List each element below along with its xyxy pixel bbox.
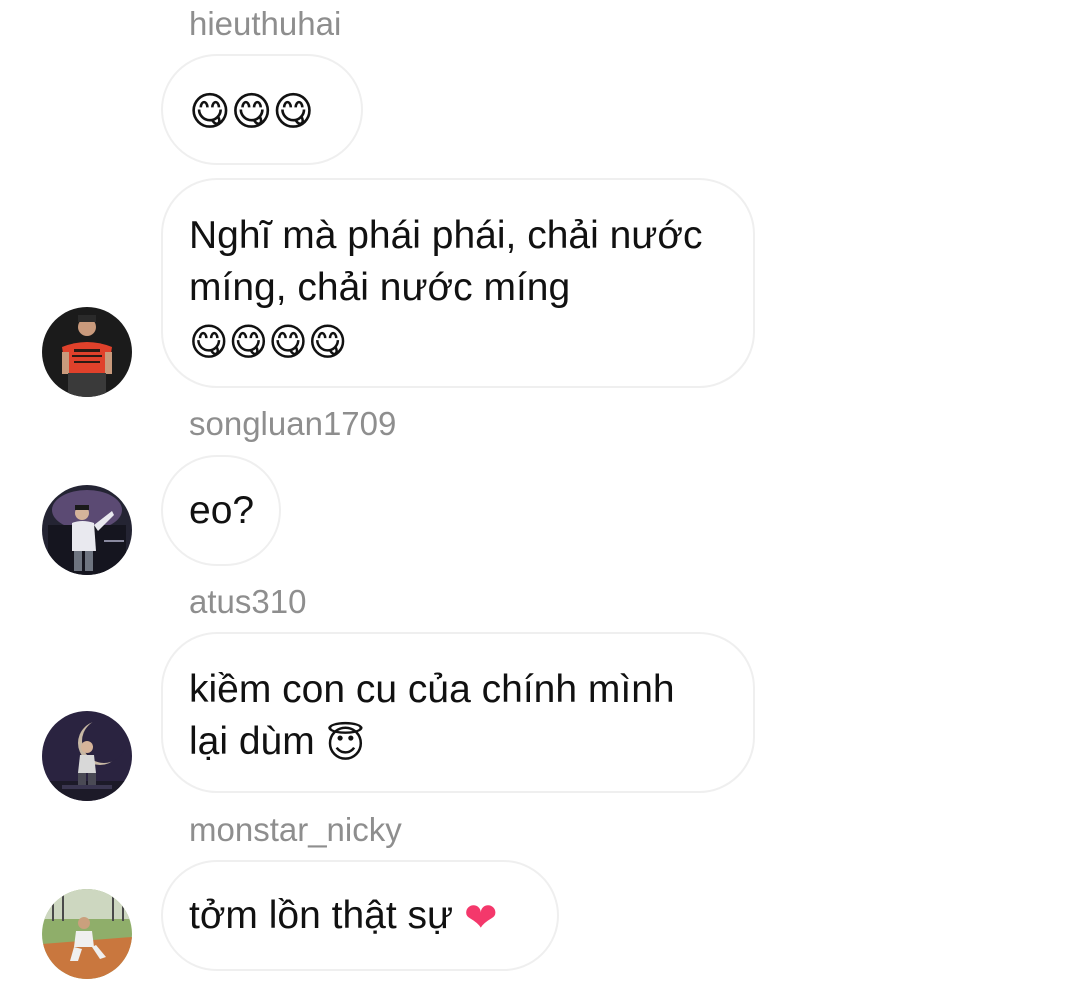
heart-emoji-icon: ❤: [463, 894, 498, 941]
message-text: eo?: [189, 489, 255, 532]
avatar[interactable]: [42, 889, 132, 979]
message-username[interactable]: songluan1709: [189, 404, 396, 444]
avatar-photo: [42, 711, 132, 801]
avatar-photo: [42, 889, 132, 979]
message-username[interactable]: monstar_nicky: [189, 810, 402, 850]
message-username[interactable]: atus310: [189, 582, 306, 622]
avatar-photo: [42, 485, 132, 575]
message-username[interactable]: hieuthuhai: [189, 4, 341, 44]
avatar[interactable]: [42, 485, 132, 575]
message-bubble[interactable]: kiềm con cu của chính mình lại dùm 😇: [161, 632, 755, 793]
message-text: kiềm con cu của chính mình lại dùm: [189, 668, 675, 763]
avatar[interactable]: [42, 307, 132, 397]
message-text: Nghĩ mà phái phái, chải nước míng, chải …: [189, 214, 703, 309]
message-bubble[interactable]: tởm lồn thật sự ❤: [161, 860, 559, 971]
message-bubble[interactable]: Nghĩ mà phái phái, chải nước míng, chải …: [161, 178, 755, 388]
message-text: tởm lồn thật sự: [189, 894, 454, 937]
message-bubble[interactable]: 😋😋😋: [161, 54, 363, 165]
avatar[interactable]: [42, 711, 132, 801]
yum-emoji-icon: 😋😋😋😋: [189, 319, 348, 364]
yum-emoji-icon: 😋😋😋: [189, 88, 315, 135]
halo-emoji-icon: 😇: [325, 721, 366, 766]
message-bubble[interactable]: eo?: [161, 455, 281, 566]
avatar-photo: [42, 307, 132, 397]
